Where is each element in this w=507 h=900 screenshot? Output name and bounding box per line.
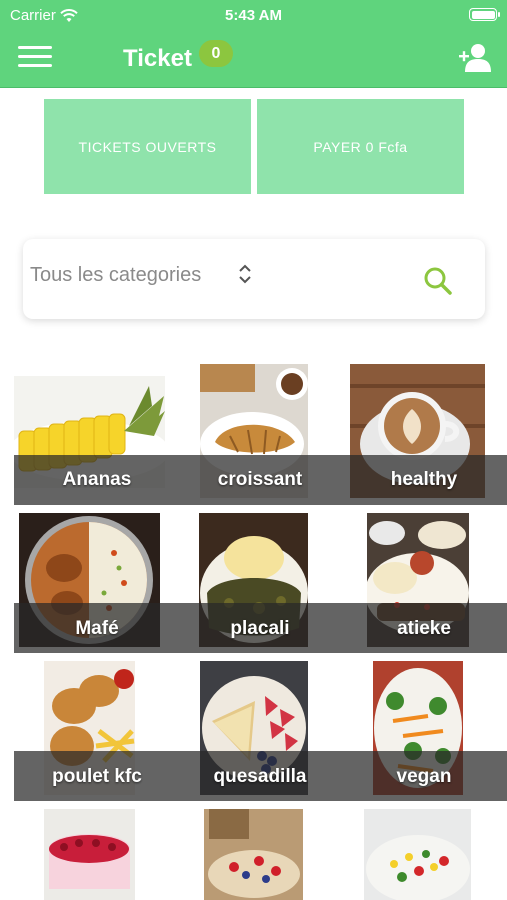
search-icon[interactable] [423,266,453,296]
cake-photo [44,809,135,900]
pay-button[interactable]: PAYER 0 Fcfa [257,99,464,194]
status-bar: Carrier 5:43 AM [0,0,507,30]
chevron-up-down-icon [239,264,251,284]
category-label: croissant [217,469,303,490]
category-label: healthy [390,469,458,490]
add-user-icon[interactable] [458,42,492,72]
category-label: atieke [397,618,451,639]
dessert-photo [204,809,303,900]
category-filter[interactable]: Tous les categories [23,239,485,319]
category-label: Ananas [62,469,132,490]
battery-icon [469,8,500,21]
category-select[interactable]: Tous les categories [30,264,201,287]
page-title: Ticket [123,45,192,72]
open-tickets-button[interactable]: TICKETS OUVERTS [44,99,251,194]
category-label: placali [230,618,290,639]
salad-photo [364,809,471,900]
category-label: poulet kfc [52,766,142,787]
category-label: vegan [396,766,452,787]
menu-icon[interactable] [18,46,52,70]
ticket-count-badge: 0 [199,40,233,67]
category-label: quesadilla [213,766,307,787]
clock: 5:43 AM [225,7,282,24]
header-bar: Carrier 5:43 AM Ticket 0 [0,0,507,88]
category-label: Mafé [75,618,119,639]
